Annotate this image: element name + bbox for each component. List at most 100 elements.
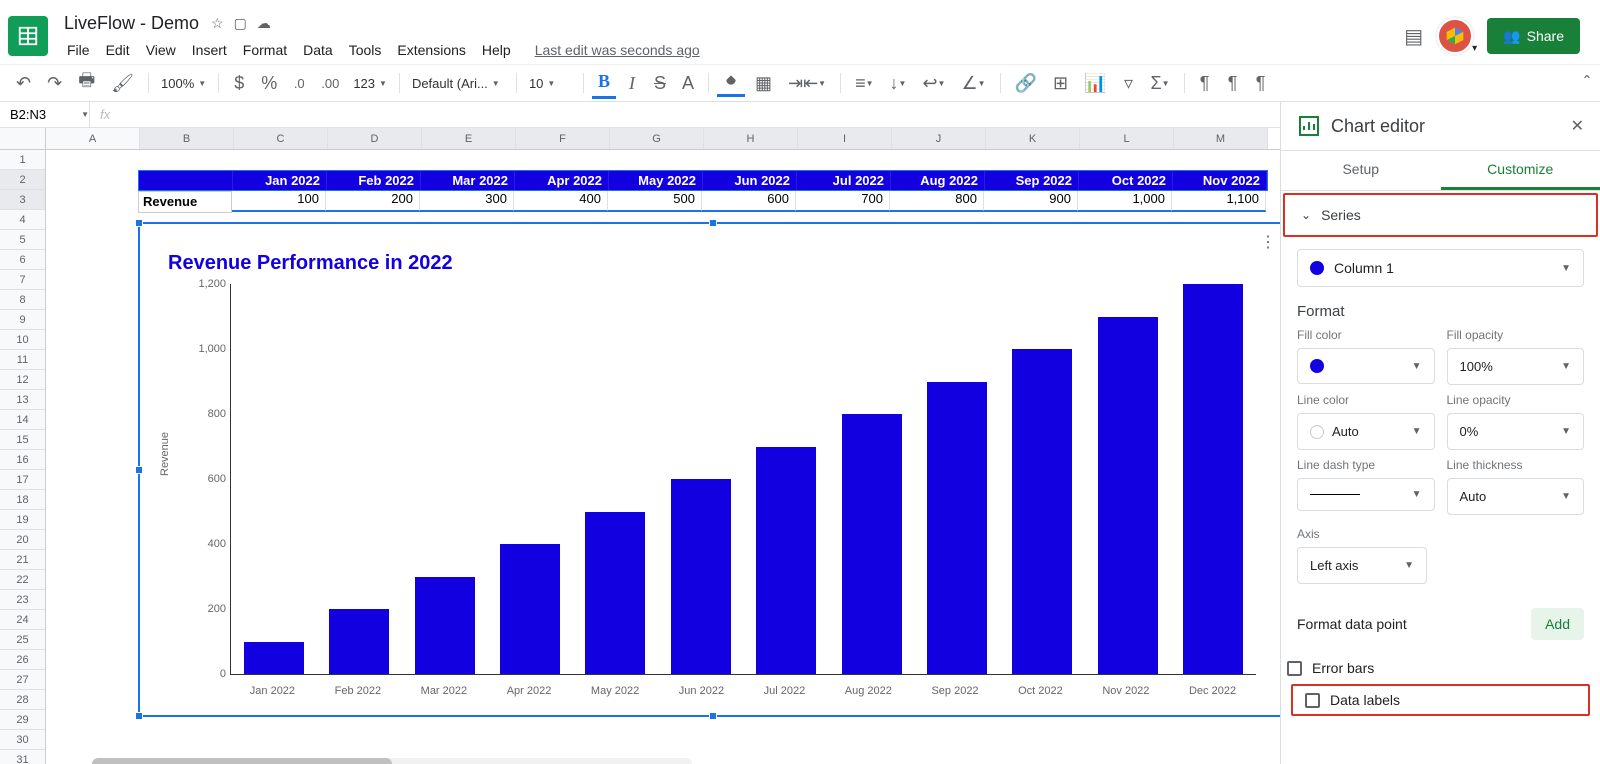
line-thickness-select[interactable]: Auto▼ — [1447, 478, 1585, 515]
table-header-cell[interactable]: Apr 2022 — [515, 171, 609, 190]
table-header-cell[interactable]: Jun 2022 — [703, 171, 797, 190]
text-color-button[interactable]: A — [676, 69, 700, 98]
resize-handle[interactable] — [709, 219, 717, 227]
add-button[interactable]: Add — [1531, 608, 1584, 640]
table-cell[interactable]: 1,000 — [1078, 191, 1172, 211]
table-cell[interactable]: 900 — [984, 191, 1078, 211]
row-header[interactable]: 4 — [0, 210, 45, 230]
row-header[interactable]: 6 — [0, 250, 45, 270]
menu-data[interactable]: Data — [296, 39, 340, 61]
chart-bar[interactable] — [1183, 284, 1243, 674]
row-header[interactable]: 24 — [0, 610, 45, 630]
chart-bar[interactable] — [1012, 349, 1072, 674]
col-header[interactable]: E — [422, 128, 516, 149]
rtl-button-1[interactable]: ¶ — [1193, 69, 1217, 98]
row-header[interactable]: 1 — [0, 150, 45, 170]
tab-setup[interactable]: Setup — [1281, 151, 1441, 190]
halign-button[interactable]: ≡▼ — [849, 69, 879, 98]
table-cell[interactable]: 200 — [326, 191, 420, 211]
row-header[interactable]: 17 — [0, 470, 45, 490]
line-opacity-select[interactable]: 0%▼ — [1447, 413, 1585, 450]
comment-button[interactable]: ⊞ — [1047, 69, 1074, 98]
italic-button[interactable]: I — [620, 69, 644, 98]
menu-extensions[interactable]: Extensions — [390, 39, 472, 61]
table-header-cell[interactable]: Oct 2022 — [1079, 171, 1173, 190]
rtl-button-3[interactable]: ¶ — [1249, 69, 1273, 98]
strikethrough-button[interactable]: S — [648, 69, 672, 98]
valign-button[interactable]: ↓▼ — [884, 69, 913, 98]
table-header-cell[interactable]: May 2022 — [609, 171, 703, 190]
data-labels-checkbox[interactable]: Data labels — [1299, 688, 1582, 712]
fill-opacity-select[interactable]: 100%▼ — [1447, 348, 1585, 385]
undo-button[interactable]: ↶ — [10, 69, 37, 98]
chart-bar[interactable] — [927, 382, 987, 675]
col-header[interactable]: K — [986, 128, 1080, 149]
chart-bar[interactable] — [842, 414, 902, 674]
menu-file[interactable]: File — [60, 39, 97, 61]
embedded-chart[interactable]: ⋮ Revenue Performance in 2022 Revenue 02… — [138, 222, 1280, 717]
table-cell[interactable]: 800 — [890, 191, 984, 211]
fill-color-button[interactable] — [717, 70, 745, 97]
row-header[interactable]: 14 — [0, 410, 45, 430]
share-button[interactable]: 👥 Share — [1487, 18, 1580, 54]
chart-bar[interactable] — [585, 512, 645, 675]
line-color-select[interactable]: Auto▼ — [1297, 413, 1435, 450]
font-size-select[interactable]: 10▼ — [525, 76, 575, 91]
sheets-logo[interactable] — [8, 16, 48, 56]
decrease-decimal-button[interactable]: .0 — [287, 72, 311, 95]
doc-title[interactable]: LiveFlow - Demo — [64, 13, 199, 34]
filter-button[interactable]: ▿ — [1116, 69, 1140, 98]
row-header[interactable]: 15 — [0, 430, 45, 450]
functions-button[interactable]: Σ▼ — [1144, 69, 1175, 98]
row-header[interactable]: 12 — [0, 370, 45, 390]
axis-select[interactable]: Left axis▼ — [1297, 547, 1427, 584]
row-header[interactable]: 19 — [0, 510, 45, 530]
row-header[interactable]: 21 — [0, 550, 45, 570]
row-label[interactable]: Revenue — [138, 191, 232, 213]
wrap-button[interactable]: ↩▼ — [916, 69, 951, 98]
table-cell[interactable]: 400 — [514, 191, 608, 211]
table-cell[interactable]: 500 — [608, 191, 702, 211]
table-header-cell[interactable]: Feb 2022 — [327, 171, 421, 190]
menu-help[interactable]: Help — [475, 39, 518, 61]
col-header[interactable]: M — [1174, 128, 1268, 149]
chart-bar[interactable] — [1098, 317, 1158, 675]
row-header[interactable]: 7 — [0, 270, 45, 290]
col-header[interactable]: L — [1080, 128, 1174, 149]
row-header[interactable]: 25 — [0, 630, 45, 650]
menu-view[interactable]: View — [139, 39, 183, 61]
star-icon[interactable]: ☆ — [211, 15, 224, 32]
chart-bar[interactable] — [415, 577, 475, 675]
col-header[interactable]: F — [516, 128, 610, 149]
link-button[interactable]: 🔗 — [1009, 69, 1043, 98]
rtl-button-2[interactable]: ¶ — [1221, 69, 1245, 98]
row-header[interactable]: 28 — [0, 690, 45, 710]
row-header[interactable]: 27 — [0, 670, 45, 690]
bold-button[interactable]: B — [592, 67, 616, 99]
row-header[interactable]: 20 — [0, 530, 45, 550]
row-header[interactable]: 30 — [0, 730, 45, 750]
collapse-toolbar-icon[interactable]: ˆ — [1584, 73, 1590, 94]
chart-bar[interactable] — [500, 544, 560, 674]
print-button[interactable]: 🖶 — [72, 64, 101, 102]
zoom-select[interactable]: 100%▼ — [157, 76, 210, 91]
font-select[interactable]: Default (Ari...▼ — [408, 76, 508, 91]
series-select[interactable]: Column 1 ▼ — [1297, 249, 1584, 287]
account-avatar[interactable]: ▾ — [1437, 18, 1473, 54]
table-header-cell[interactable]: Nov 2022 — [1173, 171, 1267, 190]
col-header[interactable]: G — [610, 128, 704, 149]
resize-handle[interactable] — [709, 712, 717, 720]
paint-format-button[interactable]: 🖌 — [105, 69, 140, 98]
row-header[interactable]: 23 — [0, 590, 45, 610]
chart-button[interactable]: 📊 — [1078, 69, 1112, 98]
row-header[interactable]: 11 — [0, 350, 45, 370]
percent-button[interactable]: % — [255, 69, 283, 98]
col-header[interactable]: B — [140, 128, 234, 149]
line-dash-select[interactable]: ▼ — [1297, 478, 1435, 511]
cloud-icon[interactable]: ☁ — [257, 15, 271, 32]
table-header-cell[interactable]: Jul 2022 — [797, 171, 891, 190]
chart-title[interactable]: Revenue Performance in 2022 — [168, 252, 453, 275]
chart-bar[interactable] — [756, 447, 816, 675]
name-box[interactable]: B2:N3 ▼ — [0, 102, 90, 127]
chart-bar[interactable] — [244, 642, 304, 674]
